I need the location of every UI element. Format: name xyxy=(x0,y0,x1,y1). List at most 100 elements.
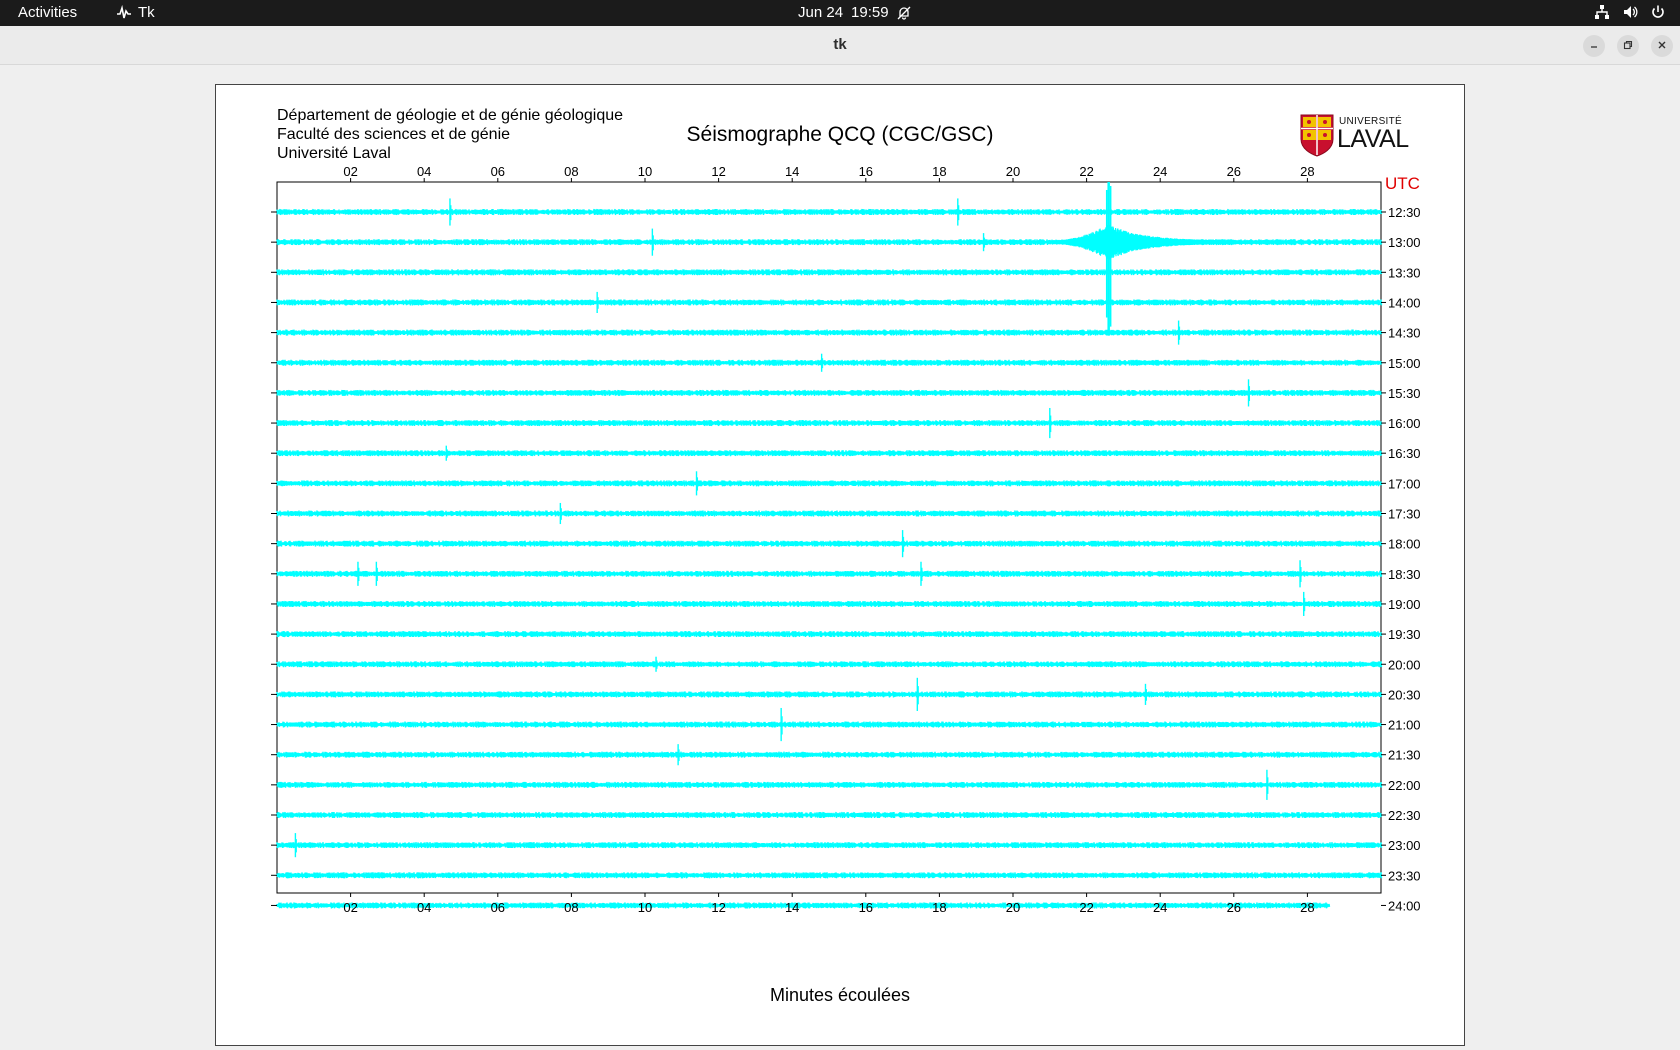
trace-1900 xyxy=(276,600,1383,607)
row-label: 21:30 xyxy=(1388,748,1421,763)
x-tick-label-top: 26 xyxy=(1227,164,1241,179)
clock-button[interactable]: Jun 24 19:59 xyxy=(798,4,911,21)
x-tick-label-bottom: 20 xyxy=(1006,900,1020,915)
trace-2100 xyxy=(276,721,1383,728)
row-label: 20:30 xyxy=(1388,687,1421,702)
row-label: 15:30 xyxy=(1388,386,1421,401)
trace-1700 xyxy=(276,480,1383,487)
x-tick-label-bottom: 02 xyxy=(343,900,357,915)
x-tick-label-top: 24 xyxy=(1153,164,1167,179)
row-label: 18:00 xyxy=(1388,537,1421,552)
window-content: Département de géologie et de génie géol… xyxy=(0,65,1680,1050)
x-tick-label-top: 10 xyxy=(638,164,652,179)
x-tick-label-top: 16 xyxy=(859,164,873,179)
trace-2230 xyxy=(276,811,1383,819)
x-tick-label-bottom: 06 xyxy=(491,900,505,915)
trace-2400 xyxy=(276,902,1331,909)
x-tick-label-top: 22 xyxy=(1079,164,1093,179)
x-tick-label-top: 02 xyxy=(343,164,357,179)
x-tick-label-bottom: 14 xyxy=(785,900,799,915)
row-label: 14:00 xyxy=(1388,295,1421,310)
earthquake-waveform xyxy=(1049,224,1272,260)
row-label: 17:30 xyxy=(1388,507,1421,522)
volume-icon xyxy=(1622,4,1638,20)
window-title: tk xyxy=(833,36,847,53)
x-tick-label-top: 08 xyxy=(564,164,578,179)
notifications-off-icon xyxy=(897,6,911,20)
trace-1500 xyxy=(276,359,1383,366)
window-titlebar[interactable]: tk xyxy=(0,26,1680,65)
app-name: Tk xyxy=(138,4,155,21)
x-tick-label-top: 28 xyxy=(1300,164,1314,179)
x-tick-label-bottom: 12 xyxy=(711,900,725,915)
trace-1730 xyxy=(276,510,1383,517)
x-tick-label-bottom: 22 xyxy=(1079,900,1093,915)
clock-date: Jun 24 xyxy=(798,4,844,21)
trace-1800 xyxy=(276,540,1383,547)
x-tick-label-top: 14 xyxy=(785,164,799,179)
seismogram-plot: 12:30 13:00 13:30 14:00 14:30 15:00 15:30 16:00… xyxy=(271,164,1421,915)
x-axis-label: Minutes écoulées xyxy=(769,985,911,1005)
network-icon xyxy=(1594,4,1610,20)
trace-1600 xyxy=(276,420,1383,427)
trace-2330 xyxy=(276,872,1383,879)
trace-1430 xyxy=(276,329,1383,336)
row-label: 18:30 xyxy=(1388,567,1421,582)
row-label: 23:30 xyxy=(1388,868,1421,883)
x-tick-label-bottom: 28 xyxy=(1300,900,1314,915)
row-label: 22:30 xyxy=(1388,808,1421,823)
row-label: 16:00 xyxy=(1388,416,1421,431)
row-label: 16:30 xyxy=(1388,446,1421,461)
tk-app-icon xyxy=(116,4,132,21)
row-label: 24:00 xyxy=(1388,898,1421,913)
x-tick-label-bottom: 24 xyxy=(1153,900,1167,915)
utc-label: UTC xyxy=(1385,174,1420,193)
trace-1630 xyxy=(276,450,1383,457)
system-tray[interactable] xyxy=(1594,4,1666,20)
power-icon xyxy=(1650,4,1666,20)
close-icon xyxy=(1657,37,1667,55)
trace-2130 xyxy=(276,751,1383,758)
trace-2030 xyxy=(276,691,1383,698)
minimize-button[interactable] xyxy=(1583,35,1605,57)
row-label: 12:30 xyxy=(1388,205,1421,220)
trace-2000 xyxy=(276,661,1383,668)
restore-button[interactable] xyxy=(1617,35,1639,57)
row-label: 19:00 xyxy=(1388,597,1421,612)
x-tick-label-top: 12 xyxy=(711,164,725,179)
activities-button[interactable]: Activities xyxy=(18,4,77,21)
trace-1530 xyxy=(276,389,1383,396)
x-tick-label-bottom: 04 xyxy=(417,900,431,915)
row-label: 14:30 xyxy=(1388,326,1421,341)
row-label: 23:00 xyxy=(1388,838,1421,853)
trace-2200 xyxy=(276,781,1383,788)
trace-1330 xyxy=(276,269,1383,276)
row-label: 19:30 xyxy=(1388,627,1421,642)
trace-1830 xyxy=(276,570,1383,577)
x-tick-label-top: 06 xyxy=(491,164,505,179)
close-button[interactable] xyxy=(1651,35,1673,57)
app-menu-button[interactable]: Tk xyxy=(116,4,155,21)
trace-1930 xyxy=(276,631,1383,638)
row-label: 13:30 xyxy=(1388,265,1421,280)
x-tick-label-top: 18 xyxy=(932,164,946,179)
row-label: 21:00 xyxy=(1388,718,1421,733)
minimize-icon xyxy=(1589,37,1599,55)
row-label: 17:00 xyxy=(1388,476,1421,491)
clock-time: 19:59 xyxy=(851,4,889,21)
row-label: 20:00 xyxy=(1388,657,1421,672)
x-tick-label-bottom: 26 xyxy=(1227,900,1241,915)
row-label: 15:00 xyxy=(1388,356,1421,371)
top-bar: Activities Tk Jun 24 19:59 xyxy=(0,0,1680,26)
x-tick-label-bottom: 16 xyxy=(859,900,873,915)
trace-1400 xyxy=(276,299,1383,306)
trace-1230 xyxy=(276,208,1383,216)
row-label: 22:00 xyxy=(1388,778,1421,793)
seismogram-canvas[interactable]: Département de géologie et de génie géol… xyxy=(215,84,1465,1046)
x-tick-label-top: 20 xyxy=(1006,164,1020,179)
x-tick-label-bottom: 18 xyxy=(932,900,946,915)
trace-2300 xyxy=(276,842,1383,849)
x-tick-label-bottom: 08 xyxy=(564,900,578,915)
x-tick-label-bottom: 10 xyxy=(638,900,652,915)
restore-icon xyxy=(1623,37,1633,55)
